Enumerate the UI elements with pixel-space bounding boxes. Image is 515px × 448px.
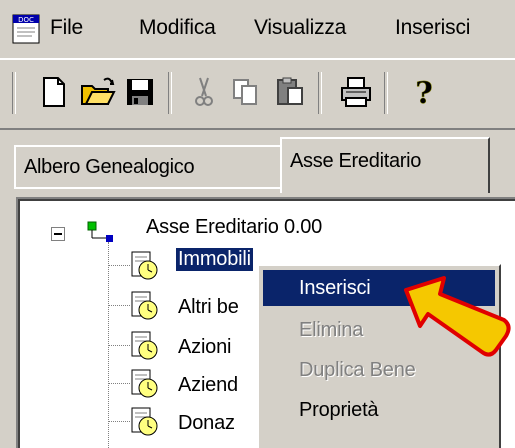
menu-file[interactable]: File	[50, 16, 83, 40]
network-root-icon	[86, 220, 120, 246]
clock-document-icon	[128, 290, 160, 322]
clock-document-icon	[128, 250, 160, 282]
tab-albero-genealogico[interactable]: Albero Genealogico	[14, 145, 282, 187]
menu-bar: DOC File Modifica Visualizza Inserisci	[0, 0, 515, 58]
save-disk-icon[interactable]	[120, 72, 160, 112]
paste-icon[interactable]	[270, 72, 310, 112]
context-menu-proprieta[interactable]: Proprietà	[263, 392, 495, 428]
tab-asse-ereditario[interactable]: Asse Ereditario	[280, 137, 490, 193]
toolbar-separator	[384, 72, 388, 114]
print-icon[interactable]	[336, 72, 376, 112]
tree-item-aziende[interactable]: Aziend	[178, 374, 238, 397]
clock-document-icon	[128, 406, 160, 438]
tree-connector-line	[108, 265, 130, 266]
svg-text:?: ?	[415, 76, 433, 111]
open-folder-icon[interactable]	[78, 72, 118, 112]
tree-item-donazioni[interactable]: Donaz	[178, 412, 235, 435]
pointing-arrow-icon	[400, 274, 515, 364]
tree-item-immobili[interactable]: Immobili	[176, 248, 253, 271]
toolbar: ?	[0, 58, 515, 130]
help-question-icon[interactable]: ?	[404, 72, 444, 112]
menu-modifica[interactable]: Modifica	[139, 16, 216, 40]
copy-icon[interactable]	[226, 72, 266, 112]
tree-connector-line	[108, 305, 130, 306]
collapse-toggle-icon[interactable]	[51, 227, 65, 241]
menu-inserisci[interactable]: Inserisci	[395, 16, 470, 40]
tree-connector-line	[108, 421, 130, 422]
tree-item-azioni[interactable]: Azioni	[178, 336, 231, 359]
clock-document-icon	[128, 368, 160, 400]
menu-visualizza[interactable]: Visualizza	[254, 16, 346, 40]
app-icon-text: DOC	[18, 16, 34, 24]
tab-underline	[14, 187, 280, 189]
document-app-icon[interactable]: DOC	[12, 14, 40, 44]
new-document-icon[interactable]	[34, 72, 74, 112]
tree-item-altri-beni[interactable]: Altri be	[178, 296, 239, 319]
toolbar-separator	[318, 72, 322, 114]
clock-document-icon	[128, 330, 160, 362]
cut-scissors-icon[interactable]	[184, 72, 224, 112]
tree-connector-line	[108, 383, 130, 384]
toolbar-separator	[168, 72, 172, 114]
toolbar-grip	[12, 72, 16, 114]
tree-root-label[interactable]: Asse Ereditario 0.00	[146, 216, 322, 239]
tree-connector-line	[108, 345, 130, 346]
